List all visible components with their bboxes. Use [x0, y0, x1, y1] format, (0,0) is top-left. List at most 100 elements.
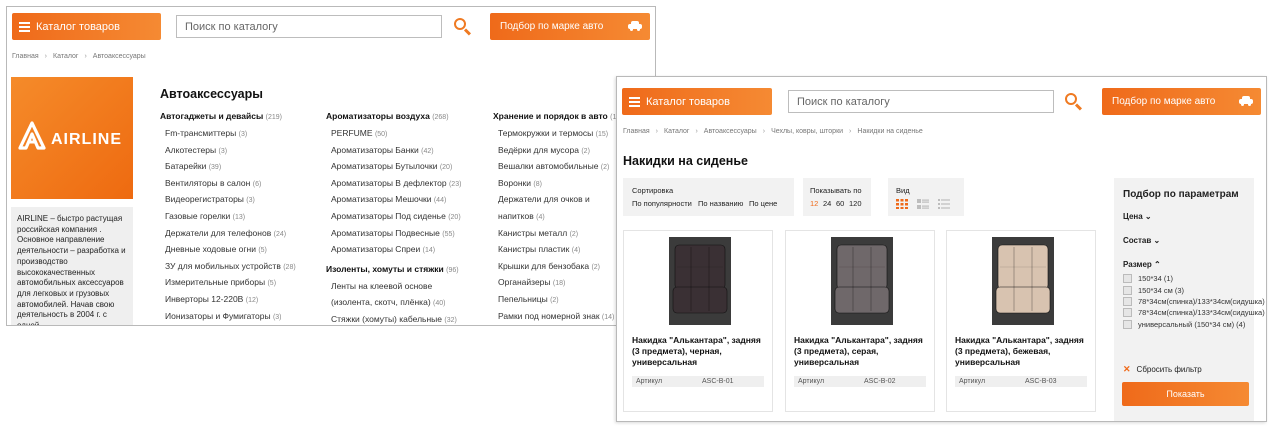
- subcategory-item[interactable]: Ароматизаторы Подвесные (55): [326, 227, 492, 244]
- breadcrumb: Главная › Каталог › Автоаксессуары › Чехлы, ко…: [623, 128, 923, 135]
- apply-filter-button[interactable]: Показать: [1122, 382, 1249, 406]
- subcategory-label: ЗУ для мобильных устройств: [165, 260, 281, 271]
- subcategory-item[interactable]: Ароматизаторы Мешочки (44): [326, 193, 492, 210]
- category-heading[interactable]: Изоленты, хомуты и стяжки (96): [326, 264, 492, 276]
- list-view-icon[interactable]: [917, 199, 929, 209]
- seat-cover-picture: [669, 237, 731, 325]
- subcategory-count: (15): [595, 131, 609, 138]
- company-description: AIRLINE – быстро растущая российская ком…: [11, 207, 133, 325]
- subcategory-item[interactable]: Ароматизаторы Банки (42): [326, 144, 492, 161]
- grid-view-icon[interactable]: [896, 199, 908, 209]
- checkbox[interactable]: [1123, 285, 1132, 295]
- product-image[interactable]: [992, 237, 1054, 325]
- size-option[interactable]: 78*34см(спинка)/133*34см(сидушка): [1123, 307, 1265, 318]
- size-option[interactable]: универсальный (150*34 см) (4): [1123, 319, 1265, 330]
- size-option-label: универсальный (150*34 см) (4): [1138, 319, 1246, 329]
- search-input[interactable]: [176, 15, 442, 38]
- subcategory-item[interactable]: Инверторы 12-220В (12): [160, 293, 326, 310]
- subcategory-label: Видеорегистраторы: [165, 194, 244, 205]
- per-page-120[interactable]: 120: [849, 199, 862, 208]
- breadcrumb-home[interactable]: Главная: [12, 53, 39, 60]
- subcategory-count: (2): [550, 296, 559, 304]
- checkbox[interactable]: [1123, 319, 1132, 329]
- subcategory-item[interactable]: Дневные ходовые огни (5): [160, 243, 326, 260]
- subcategory-label: Вешалки автомобильные: [498, 161, 599, 172]
- product-title[interactable]: Накидка "Алькантара", задняя (3 предмета…: [955, 335, 1093, 368]
- reset-filter-button[interactable]: ✕ Сбросить фильтр: [1123, 364, 1202, 375]
- product-list-window: Каталог товаров Подбор по марке авто Гла…: [616, 76, 1267, 422]
- subcategory-item[interactable]: ЗУ для мобильных устройств (28): [160, 260, 326, 277]
- subcategory-item[interactable]: Стяжки (хомуты) кабельные (32): [326, 313, 492, 325]
- subcategory-count: (40): [433, 300, 446, 308]
- subcategory-label: Термокружки и термосы: [498, 128, 594, 138]
- subcategory-item[interactable]: Вентиляторы в салон (6): [160, 177, 326, 194]
- product-image[interactable]: [669, 237, 731, 325]
- breadcrumb-catalog[interactable]: Каталог: [664, 128, 689, 135]
- category-heading[interactable]: Автогаджеты и девайсы (219): [160, 111, 326, 123]
- checkbox[interactable]: [1123, 296, 1132, 306]
- car-brand-selector-button[interactable]: Подбор по марке авто: [490, 13, 650, 40]
- subcategory-item[interactable]: Газовые горелки (13): [160, 210, 326, 227]
- product-card[interactable]: Накидка "Алькантара", задняя (3 предмета…: [785, 230, 935, 412]
- size-option[interactable]: 150*34 (1): [1123, 273, 1265, 284]
- subcategory-item[interactable]: Батарейки (39): [160, 160, 326, 177]
- product-card[interactable]: Накидка "Алькантара", задняя (3 предмета…: [946, 230, 1096, 412]
- product-image[interactable]: [831, 237, 893, 325]
- subcategory-count: (13): [232, 213, 246, 221]
- hamburger-icon: [622, 88, 646, 115]
- search-input[interactable]: [788, 90, 1054, 113]
- filter-price[interactable]: Цена ⌄: [1123, 212, 1152, 221]
- catalog-menu-button[interactable]: Каталог товаров: [622, 88, 772, 115]
- subcategory-item[interactable]: Держатели для телефонов (24): [160, 227, 326, 244]
- car-brand-selector-button[interactable]: Подбор по марке авто: [1102, 88, 1261, 115]
- per-page-60[interactable]: 60: [836, 199, 844, 208]
- catalog-menu-label: Каталог товаров: [36, 20, 120, 33]
- subcategory-item[interactable]: Видеорегистраторы (3): [160, 193, 326, 210]
- product-title[interactable]: Накидка "Алькантара", задняя (3 предмета…: [794, 335, 932, 368]
- subcategory-item[interactable]: Измерительные приборы (5): [160, 276, 326, 293]
- product-article: Артикул ASC-B-02: [794, 376, 926, 387]
- airline-logo: AIRLINE: [11, 77, 133, 199]
- size-option[interactable]: 150*34 см (3): [1123, 284, 1265, 295]
- search-icon[interactable]: [453, 17, 473, 37]
- subcategory-item[interactable]: Ионизаторы и Фумигаторы (3): [160, 310, 326, 325]
- compact-list-icon[interactable]: [938, 199, 950, 209]
- subcategory-label: Крышки для бензобака: [498, 260, 590, 271]
- subcategory-item[interactable]: Fm-трансмиттеры (3): [160, 127, 326, 144]
- checkbox[interactable]: [1123, 308, 1132, 318]
- size-option-label: 78*34см(спинка)/133*34см(сидушка): [1138, 296, 1265, 306]
- subcategory-label: Ароматизаторы Под сиденье: [331, 210, 446, 221]
- sort-price[interactable]: По цене: [749, 199, 777, 208]
- category-heading[interactable]: Ароматизаторы воздуха (268): [326, 111, 492, 123]
- subcategory-item[interactable]: Ароматизаторы Под сиденье (20): [326, 210, 492, 227]
- per-page-12[interactable]: 12: [810, 199, 818, 208]
- subcategory-item[interactable]: Ароматизаторы В дефлектор (23): [326, 177, 492, 194]
- breadcrumb-covers[interactable]: Чехлы, ковры, шторки: [771, 128, 843, 135]
- sort-name[interactable]: По названию: [698, 199, 743, 208]
- product-card[interactable]: Накидка "Алькантара", задняя (3 предмета…: [623, 230, 773, 412]
- product-title[interactable]: Накидка "Алькантара", задняя (3 предмета…: [632, 335, 770, 368]
- catalog-menu-button[interactable]: Каталог товаров: [12, 13, 161, 40]
- breadcrumb-home[interactable]: Главная: [623, 128, 650, 135]
- page-title: Накидки на сиденье: [623, 154, 748, 168]
- subcategory-item[interactable]: Ароматизаторы Бутылочки (20): [326, 160, 492, 177]
- subcategory-count: (42): [421, 147, 434, 155]
- breadcrumb-catalog[interactable]: Каталог: [53, 53, 78, 60]
- search-icon[interactable]: [1064, 92, 1084, 112]
- hamburger-icon: [12, 13, 36, 40]
- checkbox[interactable]: [1123, 274, 1132, 284]
- filter-material[interactable]: Состав ⌄: [1123, 236, 1160, 245]
- breadcrumb-accessories[interactable]: Автоаксессуары: [704, 128, 757, 135]
- sort-popularity[interactable]: По популярности: [632, 199, 692, 208]
- subcategory-item[interactable]: Ароматизаторы Спреи (14): [326, 243, 492, 260]
- chevron-down-icon: ⌄: [1144, 212, 1152, 221]
- subcategory-item[interactable]: (изолента, скотч, плёнка) (40): [326, 296, 492, 313]
- subcategory-item[interactable]: Алкотестеры (3): [160, 144, 326, 161]
- per-page-24[interactable]: 24: [823, 199, 831, 208]
- filter-size[interactable]: Размер ⌃: [1123, 260, 1161, 269]
- subcategory-label: Воронки: [498, 177, 532, 188]
- size-option-label: 78*34см(спинка)/133*34см(сидушка): [1138, 308, 1265, 318]
- subcategory-item[interactable]: PERFUME (50): [326, 127, 492, 144]
- size-option[interactable]: 78*34см(спинка)/133*34см(сидушка): [1123, 296, 1265, 307]
- subcategory-item[interactable]: Ленты на клеевой основе: [326, 280, 492, 297]
